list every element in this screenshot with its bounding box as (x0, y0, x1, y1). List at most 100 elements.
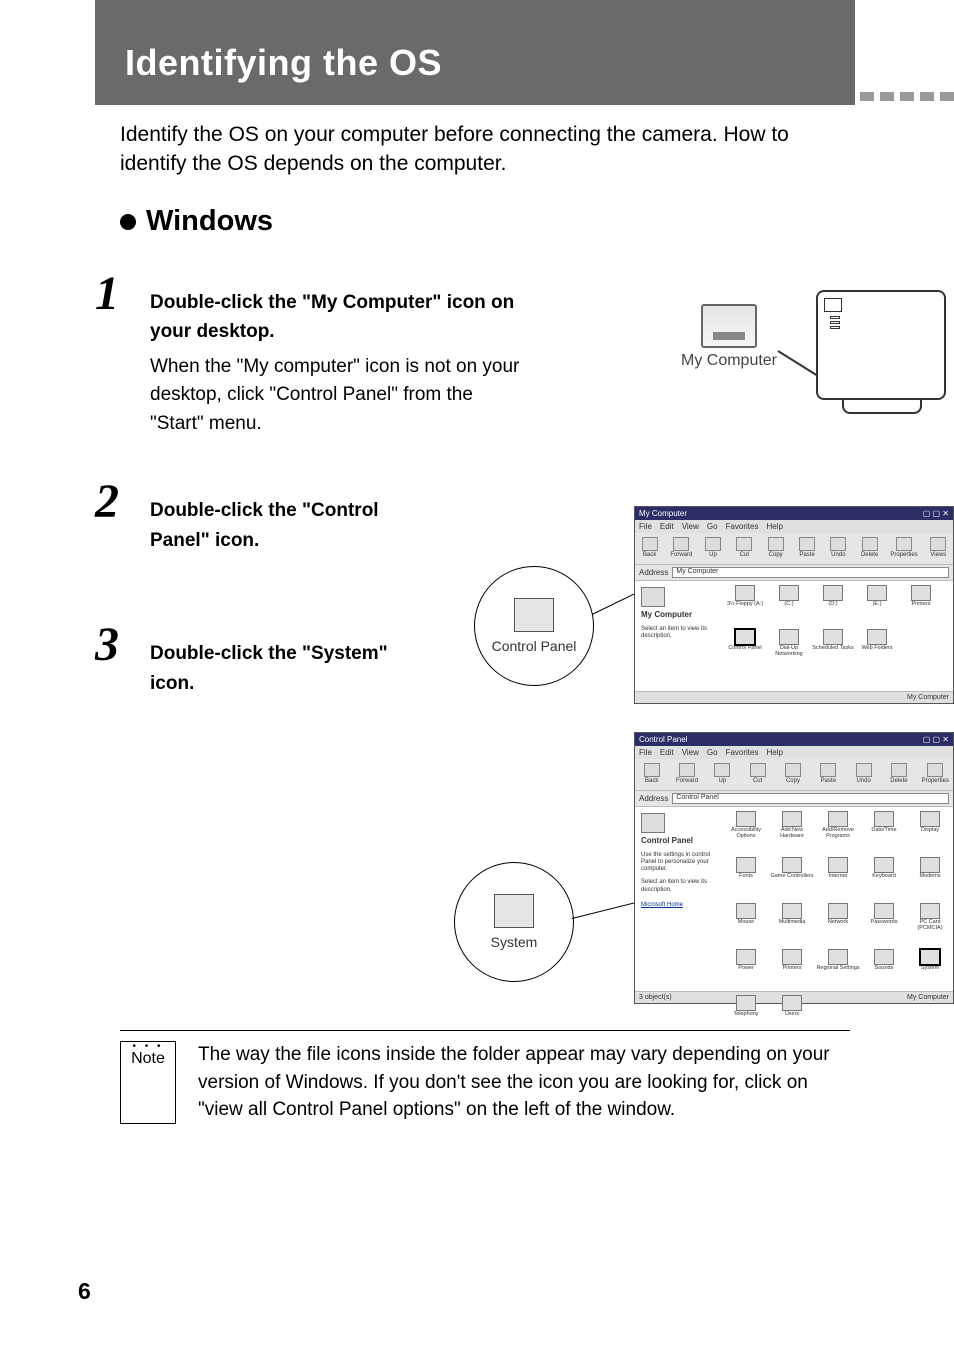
folder-icon: (D:) (812, 585, 854, 627)
file-icon (874, 811, 894, 827)
pane-icon (641, 813, 665, 833)
step-number: 1 (95, 270, 150, 318)
window-left-pane: My Computer Select an item to view its d… (635, 581, 720, 691)
file-icon (823, 585, 843, 601)
window-title: Control Panel (639, 735, 687, 744)
folder-icon: Add New Hardware (770, 811, 814, 855)
pane-desc: Select an item to view its description. (641, 626, 714, 640)
desktop-mini-icons (830, 316, 840, 329)
menu-item: View (682, 748, 699, 757)
toolbar-button: Back (639, 537, 660, 558)
icon-label: Modems (919, 874, 940, 880)
toolbar-label: Copy (769, 552, 783, 558)
toolbar-icon (930, 537, 946, 551)
toolbar-icon (927, 763, 943, 777)
icon-label: Display (921, 828, 939, 834)
toolbar-button: Forward (674, 763, 699, 784)
monitor-base (842, 400, 922, 414)
file-icon (736, 949, 756, 965)
icon-label: Printers (912, 602, 931, 608)
icon-label: Telephony (733, 1012, 758, 1018)
icon-grid: Accessibility OptionsAdd New HardwareAdd… (720, 807, 953, 991)
folder-icon: System (908, 949, 952, 993)
note-text: The way the file icons inside the folder… (198, 1041, 850, 1124)
toolbar-button: Copy (765, 537, 786, 558)
icon-label: Passwords (871, 920, 898, 926)
folder-icon: Dial-Up Networking (768, 629, 810, 671)
control-panel-callout: Control Panel (474, 566, 594, 686)
file-icon (782, 857, 802, 873)
system-callout: System (454, 862, 574, 982)
icon-label: Add/Remove Programs (816, 828, 860, 839)
file-icon (920, 903, 940, 919)
folder-icon: Web Folders (856, 629, 898, 671)
step-description: When the "My computer" icon is not on yo… (150, 353, 520, 439)
toolbar-label: Undo (856, 778, 870, 784)
control-panel-window: Control Panel ▢ ▢ ✕ FileEditViewGoFavori… (634, 732, 954, 1004)
icon-label: Scheduled Tasks (812, 646, 853, 652)
file-icon (736, 903, 756, 919)
file-icon (874, 949, 894, 965)
file-icon (736, 811, 756, 827)
address-label: Address (639, 568, 668, 577)
toolbar-icon (856, 763, 872, 777)
toolbar-icon (714, 763, 730, 777)
file-icon (911, 585, 931, 601)
folder-icon: Keyboard (862, 857, 906, 901)
file-icon (782, 949, 802, 965)
icon-label: PC Card (PCMCIA) (908, 920, 952, 931)
toolbar-label: Properties (890, 552, 917, 558)
icon-label: Date/Time (871, 828, 896, 834)
icon-label: Sounds (875, 966, 894, 972)
status-left: 3 object(s) (639, 994, 672, 1001)
folder-icon: Passwords (862, 903, 906, 947)
menu-item: File (639, 748, 652, 757)
icon-label: (D:) (828, 602, 837, 608)
folder-icon: (C:) (768, 585, 810, 627)
file-icon (735, 629, 755, 645)
note-block: • • • Note The way the file icons inside… (120, 1030, 850, 1124)
icon-label: (E:) (873, 602, 882, 608)
pane-icon (641, 587, 665, 607)
file-icon (920, 857, 940, 873)
toolbar-icon (705, 537, 721, 551)
my-computer-window: My Computer ▢ ▢ ✕ FileEditViewGoFavorite… (634, 506, 954, 704)
control-panel-callout-label: Control Panel (492, 638, 577, 654)
toolbar-button: Properties (890, 537, 917, 558)
folder-icon: Mouse (724, 903, 768, 947)
step-instruction: Double-click the "Control Panel" icon. (150, 496, 410, 555)
file-icon (823, 629, 843, 645)
control-panel-icon (514, 598, 554, 632)
step-instruction: Double-click the "System" icon. (150, 639, 410, 698)
file-icon (920, 949, 940, 965)
icon-label: Printers (783, 966, 802, 972)
toolbar-label: Forward (670, 552, 692, 558)
window-controls: ▢ ▢ ✕ (923, 735, 949, 744)
step-number: 2 (95, 478, 150, 526)
window-controls: ▢ ▢ ✕ (923, 509, 949, 518)
toolbar-label: Paste (799, 552, 814, 558)
toolbar-icon (673, 537, 689, 551)
icon-label: Network (828, 920, 848, 926)
icon-label: Fonts (739, 874, 753, 880)
page-title: Identifying the OS (125, 42, 442, 84)
page-number: 6 (78, 1278, 91, 1305)
folder-icon: Control Panel (724, 629, 766, 671)
header-band: Identifying the OS (95, 0, 855, 105)
icon-label: Users (785, 1012, 799, 1018)
menu-item: Favorites (726, 748, 759, 757)
file-icon (736, 857, 756, 873)
address-label: Address (639, 794, 668, 803)
icon-label: Regional Settings (816, 966, 859, 972)
window-menubar: FileEditViewGoFavoritesHelp (635, 746, 953, 759)
icon-label: System (921, 966, 939, 972)
icon-label: Multimedia (779, 920, 806, 926)
window-titlebar: My Computer ▢ ▢ ✕ (635, 507, 953, 520)
file-icon (782, 995, 802, 1011)
address-bar: Address Control Panel (635, 791, 953, 807)
toolbar-icon (768, 537, 784, 551)
note-badge: • • • Note (120, 1041, 176, 1124)
folder-icon: Game Controllers (770, 857, 814, 901)
icon-label: Power (738, 966, 754, 972)
icon-label: 3½ Floppy (A:) (727, 602, 763, 608)
